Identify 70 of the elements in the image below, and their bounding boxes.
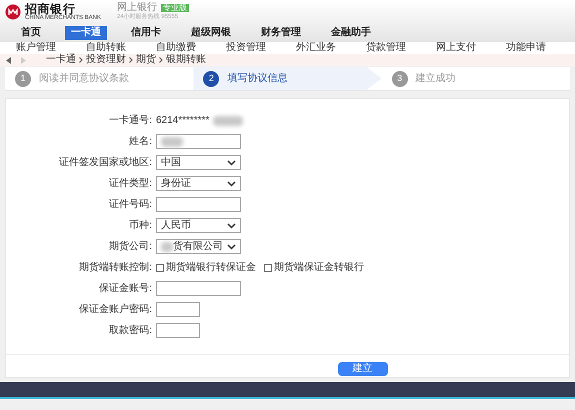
breadcrumb-link[interactable]: 期货 <box>136 55 156 65</box>
subnav-link[interactable]: 功能申请 <box>506 43 556 53</box>
card-number: 6214******** <box>156 114 210 128</box>
field-label: 证件签发国家或地区: <box>58 156 153 170</box>
select-field[interactable]: 身份证 <box>156 176 241 191</box>
checkbox[interactable] <box>156 264 164 272</box>
checkbox-label: 期货端银行转保证金 <box>166 260 256 275</box>
password-field[interactable] <box>156 323 200 338</box>
chevron-down-icon <box>227 222 236 228</box>
subnav-link[interactable]: 自助转账 <box>86 43 136 53</box>
field-label: 保证金账户密码: <box>78 302 153 317</box>
subnav-link[interactable]: 账户管理 <box>16 43 66 53</box>
field-label: 期货端转账控制: <box>78 260 153 275</box>
input-field[interactable] <box>156 281 241 296</box>
redacted-mark <box>161 242 173 252</box>
step-number: 1 <box>15 70 31 86</box>
step-number: 2 <box>203 70 220 86</box>
input-field[interactable] <box>156 134 241 149</box>
subnav-link[interactable]: 网上支付 <box>436 43 486 53</box>
chevron-down-icon <box>227 160 236 166</box>
nav-tab[interactable]: 信用卡 <box>125 26 167 40</box>
chevron-right-icon <box>79 57 83 63</box>
select-field[interactable]: 货有限公司 <box>156 239 241 254</box>
forward-arrow-icon[interactable] <box>20 56 26 64</box>
nav-tab[interactable]: 一卡通 <box>65 26 107 40</box>
field-label: 取款密码: <box>108 324 153 338</box>
select-field[interactable]: 人民币 <box>156 218 241 233</box>
step-label: 阅读并同意协议条款 <box>39 72 129 86</box>
select-value: 货有限公司 <box>173 242 223 252</box>
field-label: 一卡通号: <box>108 114 153 128</box>
subnav-link[interactable]: 贷款管理 <box>366 43 416 53</box>
breadcrumb-link[interactable]: 一卡通 <box>46 55 76 65</box>
input-field[interactable] <box>156 197 241 212</box>
redacted-mark <box>213 116 244 126</box>
breadcrumb-link[interactable]: 投资理财 <box>86 55 126 65</box>
version-badge: 专业版 <box>161 4 190 12</box>
nav-tab[interactable]: 金融助手 <box>325 26 377 40</box>
field-label: 证件类型: <box>108 176 153 191</box>
subnav-link[interactable]: 投资管理 <box>226 43 276 53</box>
select-value: 人民币 <box>161 220 191 230</box>
nav-tab[interactable]: 超级网银 <box>185 26 237 40</box>
checkbox[interactable] <box>264 264 272 272</box>
breadcrumb-link[interactable]: 银期转账 <box>166 55 206 65</box>
select-value: 中国 <box>161 158 181 168</box>
field-label: 期货公司: <box>108 240 153 254</box>
chevron-right-icon <box>159 57 163 63</box>
bank-name: 招商银行 <box>25 3 76 15</box>
field-label: 姓名: <box>128 135 153 149</box>
submit-button[interactable]: 建立 <box>338 362 388 376</box>
chevron-down-icon <box>227 180 236 186</box>
select-value: 身份证 <box>161 178 191 188</box>
field-label: 保证金账号: <box>98 282 153 296</box>
step-label: 填写协议信息 <box>227 72 288 86</box>
chevron-down-icon <box>227 244 236 250</box>
chevron-right-icon <box>129 57 133 63</box>
bank-logo-icon <box>5 4 21 20</box>
nav-tab[interactable]: 首页 <box>15 26 47 40</box>
subnav-link[interactable]: 外汇业务 <box>296 43 346 53</box>
field-label: 证件号码: <box>108 198 153 212</box>
subnav-link[interactable]: 自助缴费 <box>156 43 206 53</box>
checkbox-label: 期货端保证金转银行 <box>274 260 364 275</box>
step-number: 3 <box>392 70 408 86</box>
back-arrow-icon[interactable] <box>6 56 12 64</box>
select-field[interactable]: 中国 <box>156 155 241 170</box>
step-label: 建立成功 <box>416 72 456 86</box>
password-field[interactable] <box>156 302 200 317</box>
field-label: 币种: <box>128 218 153 233</box>
product-name: 网上银行 <box>117 3 158 13</box>
nav-tab[interactable]: 财务管理 <box>255 26 307 40</box>
redacted-mark <box>161 136 183 146</box>
